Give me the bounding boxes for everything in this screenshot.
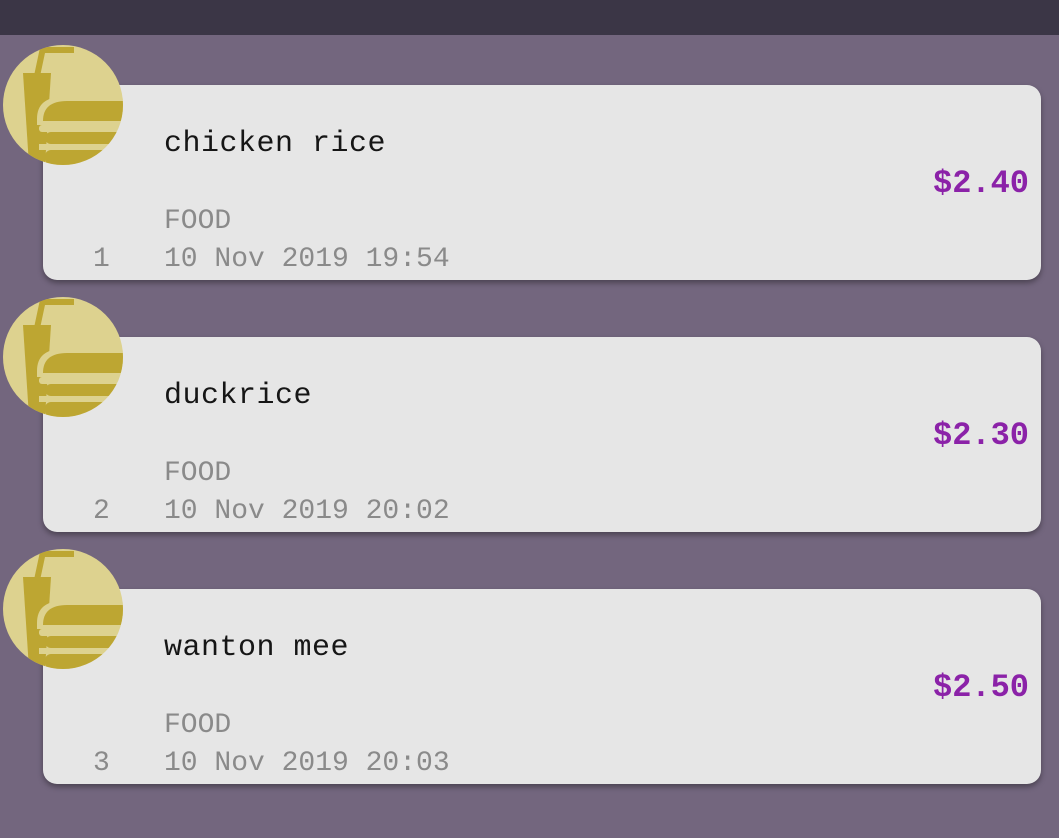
expense-amount: $2.50 xyxy=(932,669,1029,706)
expense-index: 3 xyxy=(93,748,110,779)
expense-datetime: 10 Nov 2019 20:03 xyxy=(164,748,450,779)
expense-index: 2 xyxy=(93,496,110,527)
food-icon xyxy=(3,549,123,669)
food-icon xyxy=(3,45,123,165)
expense-description: wanton mee xyxy=(164,631,350,665)
expense-datetime: 10 Nov 2019 20:02 xyxy=(164,496,450,527)
expense-card[interactable]: chicken rice FOOD 1 10 Nov 2019 19:54 $2… xyxy=(43,85,1041,280)
expense-description: chicken rice xyxy=(164,127,387,161)
expense-amount: $2.40 xyxy=(932,165,1029,202)
expense-category: FOOD xyxy=(164,458,232,489)
expense-row[interactable]: duckrice FOOD 2 10 Nov 2019 20:02 $2.30 xyxy=(0,296,1059,536)
expense-datetime: 10 Nov 2019 19:54 xyxy=(164,244,450,275)
expense-category: FOOD xyxy=(164,710,232,741)
expense-card[interactable]: wanton mee FOOD 3 10 Nov 2019 20:03 $2.5… xyxy=(43,589,1041,784)
expense-index: 1 xyxy=(93,244,110,275)
expense-row[interactable]: wanton mee FOOD 3 10 Nov 2019 20:03 $2.5… xyxy=(0,548,1059,788)
expense-list[interactable]: chicken rice FOOD 1 10 Nov 2019 19:54 $2… xyxy=(0,0,1059,838)
food-icon xyxy=(3,297,123,417)
expense-amount: $2.30 xyxy=(932,417,1029,454)
expense-card[interactable]: duckrice FOOD 2 10 Nov 2019 20:02 $2.30 xyxy=(43,337,1041,532)
expense-description: duckrice xyxy=(164,379,313,413)
expense-category: FOOD xyxy=(164,206,232,237)
expense-row[interactable]: chicken rice FOOD 1 10 Nov 2019 19:54 $2… xyxy=(0,44,1059,284)
